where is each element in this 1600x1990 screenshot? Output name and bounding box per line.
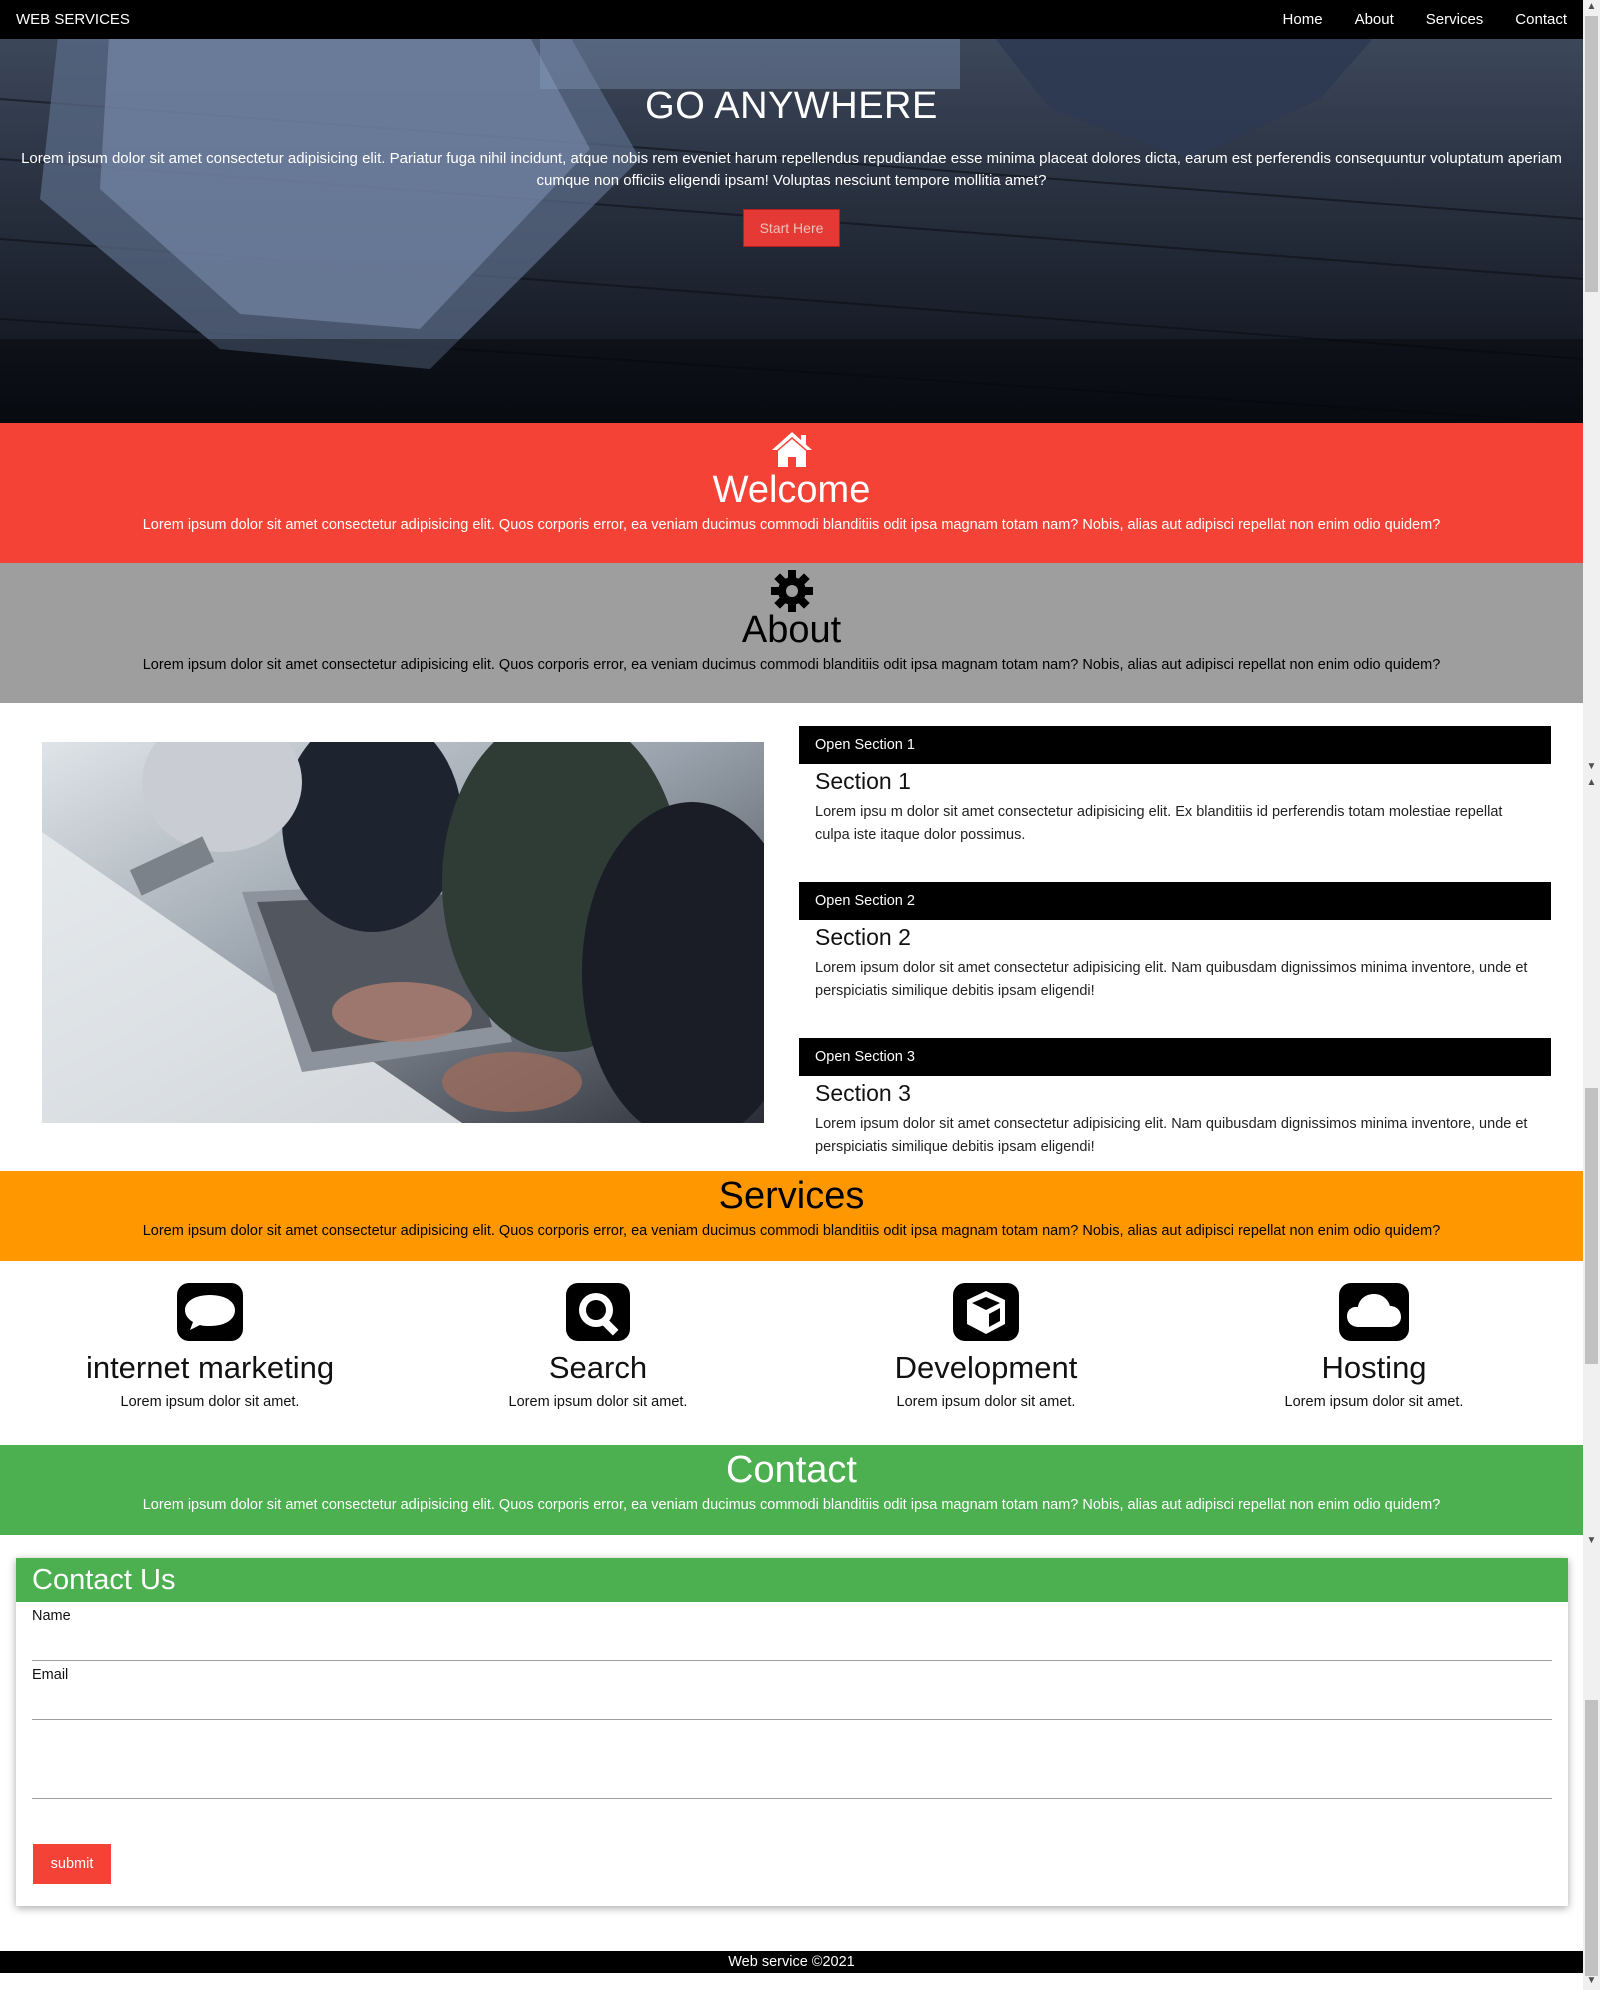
accordion-section-1: Open Section 1 Section 1 Lorem ipsu m do… bbox=[799, 726, 1551, 847]
welcome-title: Welcome bbox=[712, 469, 871, 511]
welcome-section: Welcome Lorem ipsum dolor sit amet conse… bbox=[0, 423, 1583, 563]
welcome-text: Lorem ipsum dolor sit amet consectetur a… bbox=[142, 517, 1441, 533]
nav-link-about[interactable]: About bbox=[1355, 11, 1394, 28]
about-section: About Lorem ipsum dolor sit amet consect… bbox=[0, 563, 1583, 703]
message-input[interactable] bbox=[32, 1720, 1552, 1798]
scrollbar-thumb-middle[interactable] bbox=[1585, 1088, 1598, 1364]
service-4-title: Hosting bbox=[1321, 1350, 1427, 1385]
contact-form-title: Contact Us bbox=[16, 1558, 1568, 1602]
service-1-text: Lorem ipsum dolor sit amet. bbox=[120, 1394, 300, 1410]
start-here-button[interactable]: Start Here bbox=[742, 209, 841, 247]
about-text: Lorem ipsum dolor sit amet consectetur a… bbox=[142, 657, 1441, 673]
service-search: Search Lorem ipsum dolor sit amet. bbox=[404, 1283, 792, 1410]
section-2-title: Section 2 bbox=[815, 924, 911, 950]
hero-title: GO ANYWHERE bbox=[645, 85, 938, 127]
name-label: Name bbox=[32, 1608, 71, 1624]
cube-icon bbox=[953, 1283, 1019, 1341]
section-3-text: Lorem ipsum dolor sit amet consectetur a… bbox=[815, 1116, 1528, 1155]
brand-logo[interactable]: WEB SERVICES bbox=[16, 11, 130, 28]
name-field-group: Name bbox=[32, 1602, 1552, 1661]
email-field-group: Email bbox=[32, 1661, 1552, 1720]
cloud-icon bbox=[1339, 1283, 1409, 1341]
contact-text: Lorem ipsum dolor sit amet consectetur a… bbox=[142, 1497, 1441, 1513]
nav-link-services[interactable]: Services bbox=[1426, 11, 1484, 28]
footer: Web service ©2021 bbox=[0, 1951, 1583, 1973]
nav-links: Home About Services Contact bbox=[1283, 11, 1567, 28]
scroll-down-arrow-top[interactable]: ▼ bbox=[1583, 760, 1600, 774]
hero-content: GO ANYWHERE Lorem ipsum dolor sit amet c… bbox=[0, 39, 1583, 247]
comment-icon bbox=[177, 1283, 243, 1341]
service-2-text: Lorem ipsum dolor sit amet. bbox=[508, 1394, 688, 1410]
scroll-up-arrow-middle[interactable]: ▲ bbox=[1583, 776, 1600, 790]
message-field-group bbox=[32, 1720, 1552, 1799]
service-1-title: internet marketing bbox=[85, 1350, 335, 1385]
hero-text: Lorem ipsum dolor sit amet consectetur a… bbox=[21, 150, 1562, 189]
submit-button[interactable]: submit bbox=[33, 1844, 111, 1884]
email-label: Email bbox=[32, 1667, 69, 1683]
scroll-down-arrow-middle[interactable]: ▼ bbox=[1583, 1534, 1600, 1548]
footer-text: Web service ©2021 bbox=[728, 1954, 855, 1970]
page-scrollbar[interactable]: ▲ ▼ ▲ ▼ ▼ bbox=[1583, 0, 1600, 1990]
hero-section: GO ANYWHERE Lorem ipsum dolor sit amet c… bbox=[0, 39, 1583, 423]
team-photo bbox=[42, 742, 764, 1123]
name-input[interactable] bbox=[32, 1624, 1552, 1660]
section-1-title: Section 1 bbox=[815, 768, 911, 794]
service-4-text: Lorem ipsum dolor sit amet. bbox=[1284, 1394, 1464, 1410]
accordion-section-3: Open Section 3 Section 3 Lorem ipsum dol… bbox=[799, 1038, 1551, 1159]
services-section: Services Lorem ipsum dolor sit amet cons… bbox=[0, 1171, 1583, 1261]
search-icon bbox=[566, 1283, 630, 1341]
scrollbar-thumb-bottom[interactable] bbox=[1585, 1700, 1598, 1976]
open-section-2-button[interactable]: Open Section 2 bbox=[799, 882, 1551, 920]
contact-section: Contact Lorem ipsum dolor sit amet conse… bbox=[0, 1445, 1583, 1535]
service-3-title: Development bbox=[894, 1350, 1078, 1385]
home-icon bbox=[0, 429, 1583, 469]
nav-link-contact[interactable]: Contact bbox=[1515, 11, 1567, 28]
scroll-down-arrow[interactable]: ▼ bbox=[1583, 1974, 1600, 1988]
accordion-section-2: Open Section 2 Section 2 Lorem ipsum dol… bbox=[799, 882, 1551, 1003]
page: WEB SERVICES Home About Services Contact bbox=[0, 0, 1583, 1990]
contact-form-card: Contact Us Name Email submit bbox=[16, 1558, 1568, 1906]
section-3-title: Section 3 bbox=[815, 1080, 911, 1106]
service-hosting: Hosting Lorem ipsum dolor sit amet. bbox=[1180, 1283, 1568, 1410]
nav-link-home[interactable]: Home bbox=[1283, 11, 1323, 28]
services-text: Lorem ipsum dolor sit amet consectetur a… bbox=[142, 1223, 1441, 1239]
navbar: WEB SERVICES Home About Services Contact bbox=[0, 0, 1583, 39]
about-title: About bbox=[741, 609, 842, 651]
services-title: Services bbox=[718, 1175, 865, 1217]
service-3-text: Lorem ipsum dolor sit amet. bbox=[896, 1394, 1076, 1410]
contact-title: Contact bbox=[726, 1449, 857, 1491]
service-2-title: Search bbox=[548, 1350, 648, 1385]
message-underline bbox=[32, 1798, 1552, 1799]
service-development: Development Lorem ipsum dolor sit amet. bbox=[792, 1283, 1180, 1410]
scroll-up-arrow[interactable]: ▲ bbox=[1583, 0, 1600, 14]
scrollbar-thumb[interactable] bbox=[1585, 16, 1598, 292]
open-section-3-button[interactable]: Open Section 3 bbox=[799, 1038, 1551, 1076]
section-1-text: Lorem ipsu m dolor sit amet consectetur … bbox=[815, 804, 1503, 843]
service-internet-marketing: internet marketing Lorem ipsum dolor sit… bbox=[16, 1283, 404, 1410]
open-section-1-button[interactable]: Open Section 1 bbox=[799, 726, 1551, 764]
section-2-text: Lorem ipsum dolor sit amet consectetur a… bbox=[815, 960, 1528, 999]
email-input[interactable] bbox=[32, 1683, 1552, 1719]
gear-icon bbox=[0, 569, 1583, 612]
